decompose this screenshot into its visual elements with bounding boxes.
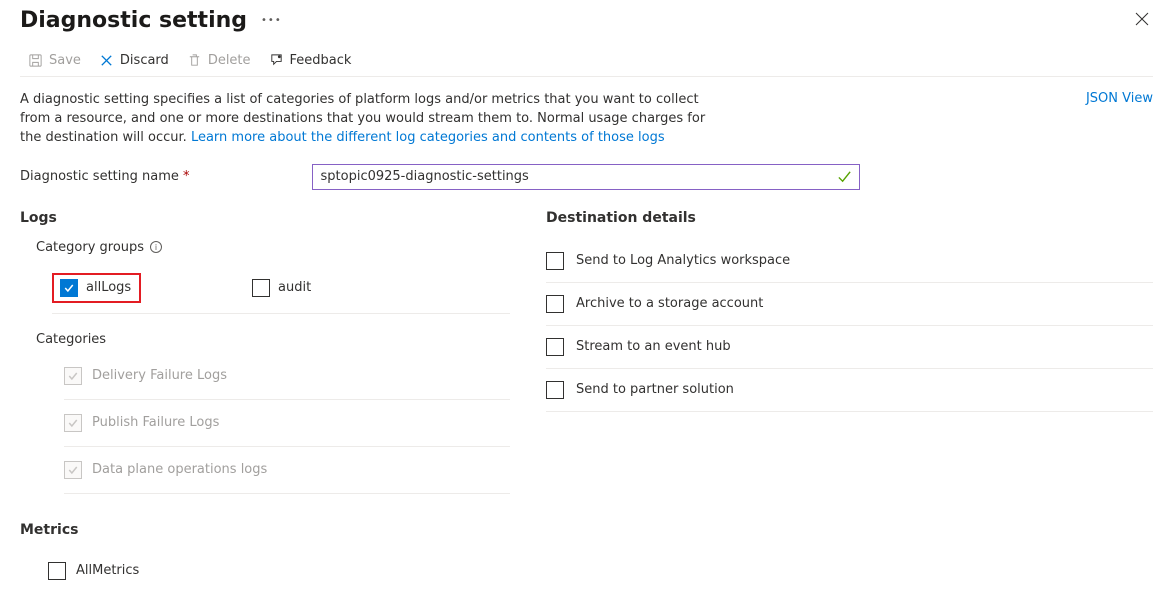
json-view-link[interactable]: JSON View bbox=[1086, 91, 1153, 148]
close-button[interactable] bbox=[1131, 8, 1153, 33]
toolbar: Save Discard Delete Feedback bbox=[20, 43, 1153, 77]
discard-icon bbox=[99, 53, 114, 68]
check-icon bbox=[67, 417, 79, 429]
setting-name-label: Diagnostic setting name * bbox=[20, 169, 190, 184]
delete-button[interactable]: Delete bbox=[187, 53, 251, 68]
check-icon bbox=[63, 282, 75, 294]
dest-eventhub-checkbox[interactable] bbox=[546, 338, 564, 356]
audit-label: audit bbox=[278, 280, 311, 295]
save-icon bbox=[28, 53, 43, 68]
learn-more-link[interactable]: Learn more about the different log categ… bbox=[191, 130, 665, 145]
discard-label: Discard bbox=[120, 53, 169, 68]
setting-name-input[interactable] bbox=[312, 164, 860, 190]
category-label: Publish Failure Logs bbox=[92, 415, 219, 430]
discard-button[interactable]: Discard bbox=[99, 53, 169, 68]
save-button[interactable]: Save bbox=[28, 53, 81, 68]
alllogs-checkbox[interactable] bbox=[60, 279, 78, 297]
feedback-icon bbox=[269, 53, 284, 68]
dataplane-ops-checkbox bbox=[64, 461, 82, 479]
dest-partner-checkbox[interactable] bbox=[546, 381, 564, 399]
categories-title: Categories bbox=[36, 332, 510, 347]
category-row: Data plane operations logs bbox=[64, 447, 510, 494]
audit-checkbox[interactable] bbox=[252, 279, 270, 297]
feedback-button[interactable]: Feedback bbox=[269, 53, 352, 68]
metrics-title: Metrics bbox=[20, 522, 510, 538]
save-label: Save bbox=[49, 53, 81, 68]
dest-label: Send to Log Analytics workspace bbox=[576, 253, 790, 268]
page-title: Diagnostic setting bbox=[20, 8, 247, 33]
alllogs-label: allLogs bbox=[86, 280, 131, 295]
category-row: Delivery Failure Logs bbox=[64, 353, 510, 400]
info-icon[interactable]: i bbox=[150, 241, 162, 253]
feedback-label: Feedback bbox=[290, 53, 352, 68]
publish-failure-checkbox bbox=[64, 414, 82, 432]
delete-label: Delete bbox=[208, 53, 251, 68]
dest-label: Send to partner solution bbox=[576, 382, 734, 397]
category-groups-label: Category groups i bbox=[36, 240, 510, 255]
dest-label: Archive to a storage account bbox=[576, 296, 763, 311]
delivery-failure-checkbox bbox=[64, 367, 82, 385]
category-label: Delivery Failure Logs bbox=[92, 368, 227, 383]
close-icon bbox=[1135, 12, 1149, 26]
destination-title: Destination details bbox=[546, 210, 1153, 226]
valid-check-icon bbox=[837, 169, 852, 184]
check-icon bbox=[67, 464, 79, 476]
delete-icon bbox=[187, 53, 202, 68]
logs-title: Logs bbox=[20, 210, 510, 226]
category-label: Data plane operations logs bbox=[92, 462, 267, 477]
alllogs-highlight: allLogs bbox=[52, 273, 141, 303]
allmetrics-checkbox[interactable] bbox=[48, 562, 66, 580]
dest-label: Stream to an event hub bbox=[576, 339, 731, 354]
dest-loganalytics-checkbox[interactable] bbox=[546, 252, 564, 270]
description-text: A diagnostic setting specifies a list of… bbox=[20, 91, 720, 148]
more-menu-icon[interactable]: ••• bbox=[261, 15, 282, 26]
category-row: Publish Failure Logs bbox=[64, 400, 510, 447]
check-icon bbox=[67, 370, 79, 382]
dest-storage-checkbox[interactable] bbox=[546, 295, 564, 313]
